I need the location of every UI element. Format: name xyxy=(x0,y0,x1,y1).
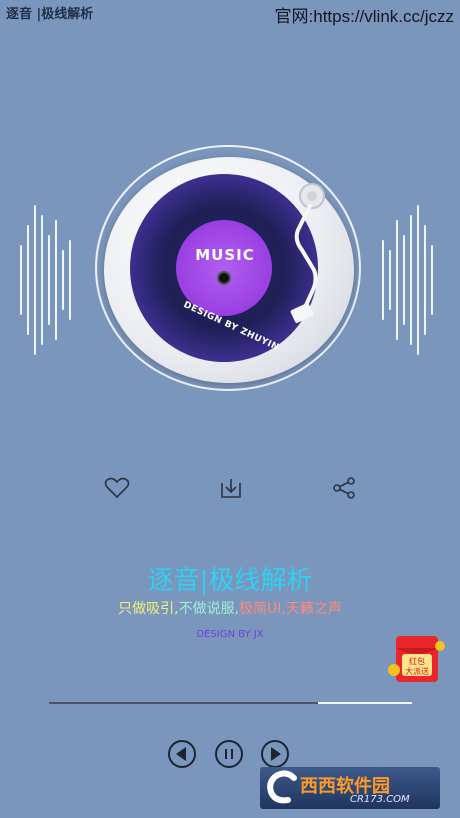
record-spindle xyxy=(217,271,231,285)
next-button[interactable] xyxy=(261,740,289,768)
pause-icon xyxy=(225,749,233,759)
watermark-site: CR173.COM xyxy=(350,794,410,805)
heart-icon[interactable] xyxy=(104,477,130,499)
watermark-c-icon xyxy=(267,770,297,804)
progress-fill xyxy=(49,702,318,704)
right-sound-wave xyxy=(380,205,440,355)
previous-icon xyxy=(176,747,186,761)
slogan-part-3: 极简UI,天籁之声 xyxy=(239,601,342,617)
red-packet-text-1: 红包 xyxy=(409,656,425,666)
red-packet-text-2: 大派送 xyxy=(405,666,429,676)
share-icon[interactable] xyxy=(331,477,357,499)
slogan-part-2: 不做说服, xyxy=(178,601,240,617)
left-sound-wave xyxy=(18,205,78,355)
download-icon[interactable] xyxy=(218,477,244,499)
pause-button[interactable] xyxy=(215,740,243,768)
record-music-text: MUSIC xyxy=(195,246,255,264)
previous-button[interactable] xyxy=(168,740,196,768)
app-title: 逐音 |极线解析 xyxy=(6,7,94,22)
red-packet-promo[interactable]: 红包 大派送 xyxy=(386,632,448,688)
next-icon xyxy=(271,747,281,761)
main-title: 逐音|极线解析 xyxy=(147,566,313,596)
slogan-part-1: 只做吸引, xyxy=(118,601,179,617)
tonearm xyxy=(290,183,325,323)
official-site-url[interactable]: 官网:https://vlink.cc/jczz xyxy=(275,2,454,27)
slogan: 只做吸引,不做说服,极简UI,天籁之声 xyxy=(0,598,460,618)
